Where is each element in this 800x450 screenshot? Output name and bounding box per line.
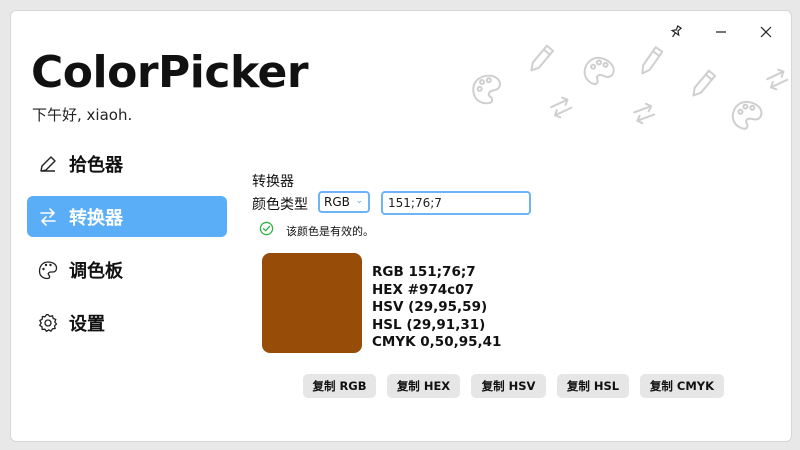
palette-icon [583, 56, 615, 86]
pencil-icon [641, 46, 664, 75]
pencil-icon [530, 44, 555, 72]
sidebar-item-label: 设置 [69, 313, 105, 335]
sidebar-item-label: 拾色器 [69, 154, 123, 176]
swap-arrows-icon [766, 68, 789, 91]
sidebar-item-converter[interactable]: 转换器 [27, 196, 227, 237]
color-type-label: 颜色类型 [252, 197, 308, 213]
palette-icon [37, 259, 59, 281]
sidebar-item-palette[interactable]: 调色板 [27, 249, 227, 290]
validation-text: 该颜色是有效的。 [286, 224, 374, 238]
sidebar-item-color-picker[interactable]: 拾色器 [27, 143, 227, 184]
section-title: 转换器 [252, 174, 294, 190]
copy-hsv-button[interactable]: 复制 HSV [471, 374, 546, 398]
hsl-value: HSL (29,91,31) [372, 316, 486, 333]
pencil-icon [692, 69, 717, 97]
color-values: RGB 151;76;7 HEX #974c07 HSV (29,95,59) … [372, 264, 501, 352]
chevron-down-icon: ⌄ [355, 196, 363, 206]
greeting-text: 下午好, xiaoh. [32, 106, 133, 124]
swap-arrows-icon [37, 206, 59, 228]
swap-arrows-icon [550, 96, 573, 119]
sidebar-nav: 拾色器 转换器 调色板 设置 [27, 143, 227, 355]
copy-hsl-button[interactable]: 复制 HSL [557, 374, 629, 398]
app-title: ColorPicker [31, 47, 309, 98]
sidebar-item-label: 转换器 [69, 207, 123, 229]
pencil-icon [37, 153, 59, 175]
sidebar-item-label: 调色板 [69, 260, 123, 282]
hex-value: HEX #974c07 [372, 281, 474, 298]
color-value-input[interactable] [381, 191, 531, 215]
copy-cmyk-button[interactable]: 复制 CMYK [640, 374, 724, 398]
copy-buttons: 复制 RGB 复制 HEX 复制 HSV 复制 HSL 复制 CMYK [303, 374, 735, 398]
decorative-icons [472, 44, 789, 130]
sidebar-item-settings[interactable]: 设置 [27, 302, 227, 343]
color-type-value: RGB [324, 195, 350, 209]
palette-icon [731, 100, 763, 130]
gear-icon [37, 312, 59, 334]
copy-hex-button[interactable]: 复制 HEX [387, 374, 460, 398]
swap-arrows-icon [633, 102, 656, 125]
color-type-select[interactable]: RGB ⌄ [318, 191, 370, 213]
copy-rgb-button[interactable]: 复制 RGB [303, 374, 376, 398]
check-circle-icon [259, 221, 274, 240]
hsv-value: HSV (29,95,59) [372, 299, 488, 315]
cmyk-value: CMYK 0,50,95,41 [372, 334, 502, 350]
app-window: ColorPicker 下午好, xiaoh. 拾色器 转换器 调色板 设置 转… [10, 10, 792, 442]
palette-icon [472, 74, 501, 105]
rgb-value: RGB 151;76;7 [372, 264, 476, 280]
validation-message: 该颜色是有效的。 [259, 221, 374, 240]
color-swatch [262, 253, 362, 353]
